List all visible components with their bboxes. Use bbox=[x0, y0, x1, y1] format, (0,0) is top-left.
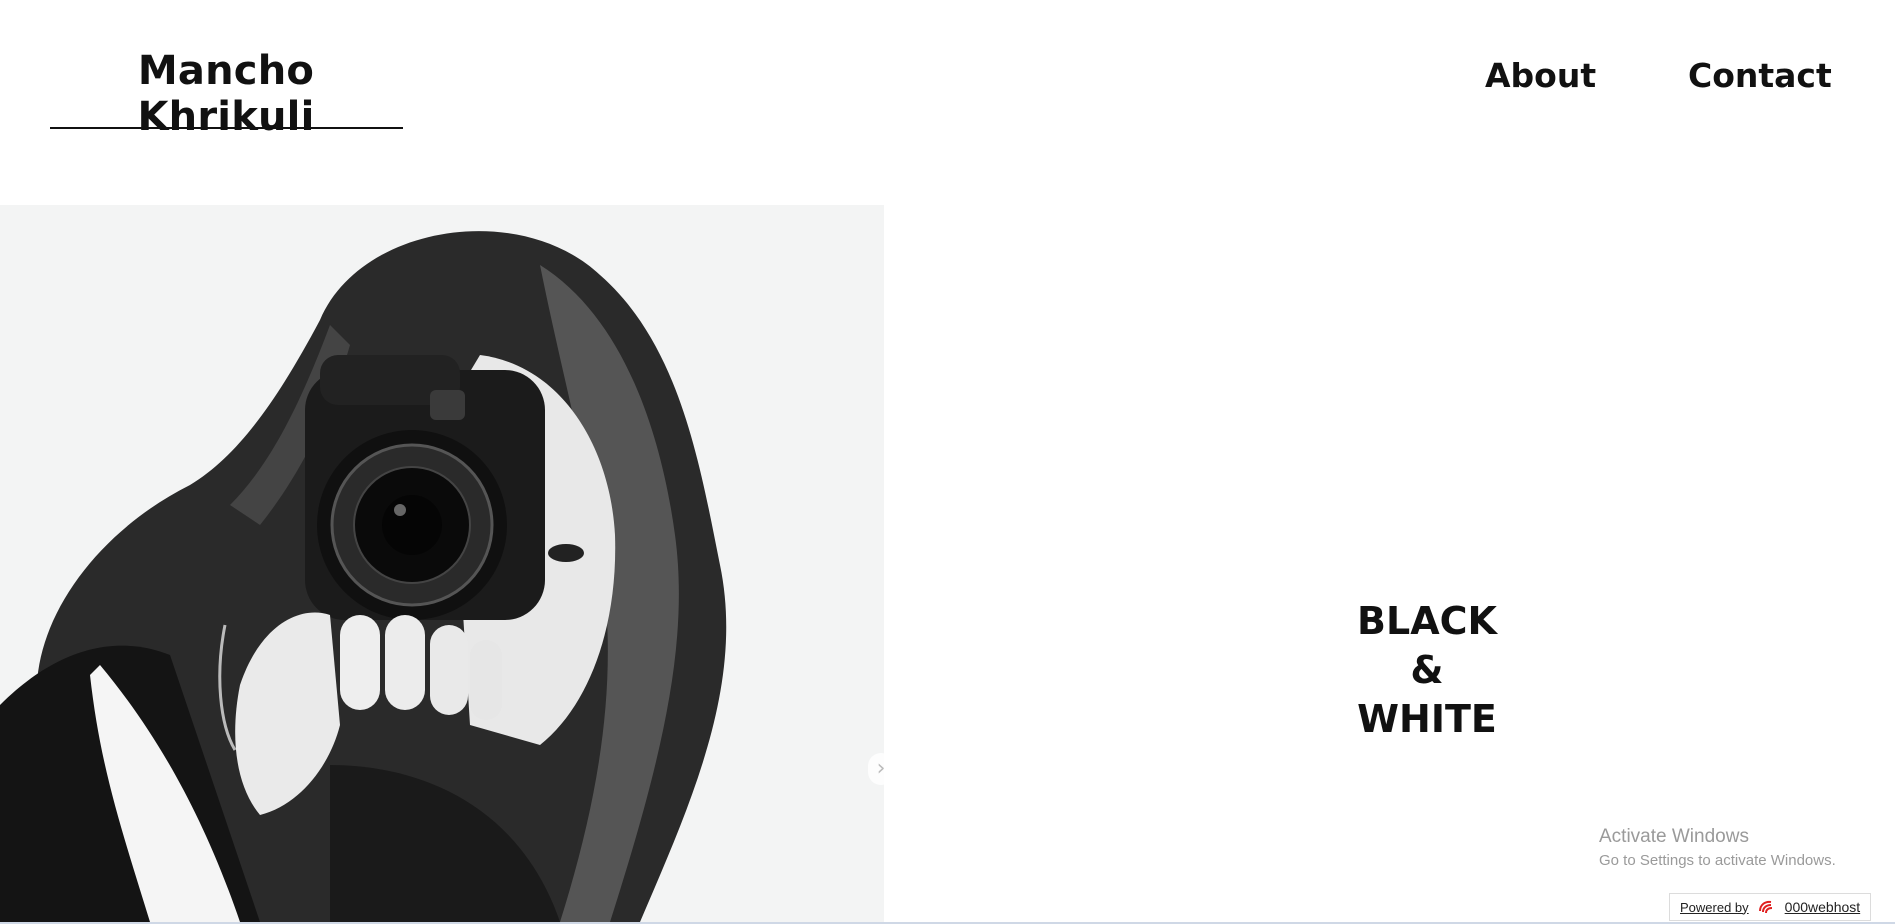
tagline-word-white: WHITE bbox=[1357, 697, 1497, 741]
carousel-next-button[interactable]: › bbox=[868, 753, 894, 785]
powered-by-brand: 000webhost bbox=[1784, 899, 1861, 915]
watermark-title: Activate Windows bbox=[1599, 826, 1749, 847]
chevron-right-icon: › bbox=[876, 756, 886, 781]
page: Mancho Khrikuli About Contact › BLACK & … bbox=[0, 0, 1895, 924]
hero-tagline: BLACK & WHITE bbox=[1327, 597, 1527, 744]
webhost-logo-icon bbox=[1757, 899, 1777, 915]
portrait-photo-illustration bbox=[0, 205, 884, 922]
hero-photo bbox=[0, 205, 884, 922]
site-header: Mancho Khrikuli About Contact bbox=[0, 0, 1895, 160]
nav-about-link[interactable]: About bbox=[1485, 56, 1596, 95]
tagline-word-black: BLACK bbox=[1357, 599, 1497, 643]
windows-activation-watermark: Activate Windows Go to Settings to activ… bbox=[1599, 826, 1836, 869]
watermark-subtitle: Go to Settings to activate Windows. bbox=[1599, 852, 1836, 869]
nav-contact-link[interactable]: Contact bbox=[1688, 56, 1832, 95]
powered-by-badge[interactable]: Powered by 000webhost bbox=[1669, 893, 1871, 921]
title-underline bbox=[50, 127, 403, 129]
tagline-ampersand: & bbox=[1410, 648, 1444, 692]
powered-by-label: Powered by bbox=[1680, 899, 1749, 915]
